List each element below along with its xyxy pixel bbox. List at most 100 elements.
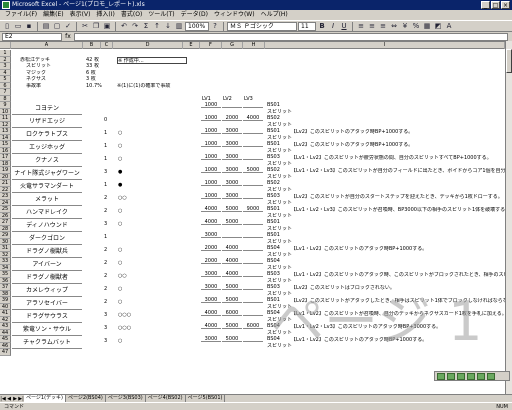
vertical-scrollbar[interactable] [505,41,512,394]
print-icon[interactable]: ▤ [41,21,51,31]
redo-icon[interactable]: ↷ [130,21,140,31]
card-type: スピリット [267,134,293,141]
summary-value: 10.7% [86,82,102,89]
sort-asc-icon[interactable]: ↑ [152,21,162,31]
card-core-marks: ○ [118,143,123,149]
draw-tool-icon[interactable] [487,372,495,380]
copy-icon[interactable]: ❐ [91,21,101,31]
card-bp [243,232,263,238]
currency-icon[interactable]: ¥ [400,21,410,31]
column-header[interactable]: A [11,42,83,49]
column-header[interactable]: C [101,42,113,49]
bold-icon[interactable]: B [317,21,327,31]
sheet-tab[interactable]: ページ2(BS04) [66,395,106,402]
card-bp: 4000 [201,206,221,212]
name-box[interactable]: E2 [2,32,62,41]
card-core-marks: ○○○ [118,325,132,331]
formula-input[interactable] [74,32,508,41]
column-header[interactable]: G [222,42,243,49]
draw-tool-icon[interactable] [457,372,465,380]
card-bp: 2000 [201,245,221,251]
column-header[interactable]: I [265,42,505,49]
lv-header: LV2 [223,95,232,102]
menu-item[interactable]: データ(D) [178,10,211,20]
column-header[interactable]: D [113,42,183,49]
percent-icon[interactable]: % [411,21,421,31]
font-select[interactable]: ＭＳ Ｐゴシック [227,21,297,31]
menu-item[interactable]: 編集(E) [40,10,66,20]
menu-item[interactable]: 表示(V) [67,10,94,20]
card-cost: 2 [104,286,108,292]
maximize-icon[interactable]: □ [491,1,500,9]
close-icon[interactable]: × [501,1,510,9]
undo-icon[interactable]: ↶ [119,21,129,31]
card-type: スピリット [267,186,293,193]
align-right-icon[interactable]: ≡ [378,21,388,31]
sheet-tab[interactable]: ページ3(BS03) [106,395,146,402]
status-bar: コマンド NUM [0,402,512,410]
save-icon[interactable]: ▪ [24,21,34,31]
card-effect [291,220,505,226]
card-core-marks [118,117,168,123]
align-left-icon[interactable]: ≡ [356,21,366,31]
row-header[interactable]: 47 [0,349,11,356]
sheet-tab[interactable]: ページ1(デッキ) [24,395,66,402]
draw-tool-icon[interactable] [467,372,475,380]
italic-icon[interactable]: I [328,21,338,31]
summary-title: 赤松江デッキ [20,56,51,63]
borders-icon[interactable]: ▦ [422,21,432,31]
column-header[interactable]: F [200,42,222,49]
spell-check-icon[interactable]: ✓ [63,21,73,31]
column-header[interactable]: H [243,42,265,49]
card-bp: 2000 [222,115,242,121]
preview-icon[interactable]: ▢ [52,21,62,31]
autosum-icon[interactable]: Σ [141,21,151,31]
new-file-icon[interactable]: ▯ [2,21,12,31]
card-type: スピリット [267,108,293,115]
card-type: スピリット [267,160,293,167]
font-size-select[interactable]: 11 [298,21,316,31]
chart-wizard-icon[interactable]: ▥ [174,21,184,31]
card-bp: 2000 [201,258,221,264]
draw-tool-icon[interactable] [447,372,455,380]
card-type: スピリット [267,303,293,310]
column-header[interactable]: B [83,42,101,49]
sheet-tab[interactable]: ページ5(BS01) [186,395,226,402]
card-name: ドラグノ樹獣者 [12,271,82,284]
cut-icon[interactable]: ✂ [80,21,90,31]
merge-center-icon[interactable]: ⇔ [389,21,399,31]
summary-value: 33 枚 [86,63,99,69]
card-bp: 4000 [222,245,242,251]
menu-item[interactable]: ヘルプ(H) [258,10,291,20]
menu-item[interactable]: 書式(O) [118,10,145,20]
zoom-select[interactable]: 100% [185,21,209,31]
card-core-marks: ○ [118,130,123,136]
help-icon[interactable]: ? [210,21,220,31]
sort-desc-icon[interactable]: ↓ [163,21,173,31]
draw-tool-icon[interactable] [437,372,445,380]
drawing-toolbar[interactable] [434,371,510,381]
card-bp [243,154,263,160]
summary-title-count: 42 枚 [86,56,99,63]
underline-icon[interactable]: U [339,21,349,31]
card-bp: 1000 [201,180,221,186]
open-icon[interactable]: ▭ [13,21,23,31]
column-header[interactable]: E [183,42,200,49]
sheet-tab[interactable]: ページ4(BS02) [146,395,186,402]
align-center-icon[interactable]: ≡ [367,21,377,31]
font-color-icon[interactable]: A [444,21,454,31]
fx-icon[interactable]: fx [62,33,74,40]
minimize-icon[interactable]: _ [481,1,490,9]
paste-icon[interactable]: ▣ [102,21,112,31]
draw-tool-icon[interactable] [477,372,485,380]
scroll-thumb[interactable] [506,49,512,73]
card-effect [291,103,505,109]
card-bp: 1000 [201,167,221,173]
menu-item[interactable]: ウィンドウ(W) [211,10,258,20]
menu-item[interactable]: ツール(T) [145,10,177,20]
menu-item[interactable]: 挿入(I) [93,10,117,20]
worksheet[interactable]: ABCDEFGHIJ 12345678910111213141516171819… [0,41,505,394]
menu-item[interactable]: ファイル(F) [2,10,40,20]
select-all-corner[interactable] [0,42,11,49]
fill-color-icon[interactable]: ◩ [433,21,443,31]
